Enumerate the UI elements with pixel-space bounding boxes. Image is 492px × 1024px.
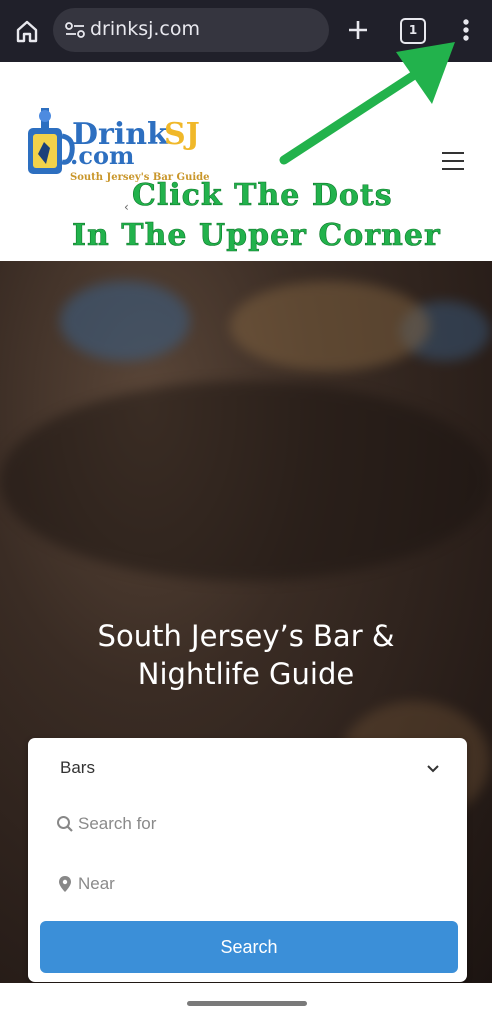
hero-section: South Jersey’s Bar & Nightlife Guide Bar… xyxy=(0,261,492,983)
gesture-handle[interactable] xyxy=(187,1001,307,1006)
annotation-line-1: Click The Dots xyxy=(132,178,393,214)
hero-title: South Jersey’s Bar & Nightlife Guide xyxy=(0,617,492,693)
plus-icon xyxy=(349,21,367,39)
search-placeholder: Search for xyxy=(78,814,157,833)
svg-text:.com: .com xyxy=(70,141,134,170)
search-input[interactable]: Search for xyxy=(42,804,453,844)
chevron-down-icon xyxy=(427,765,439,773)
search-card: Bars Search for Near Search xyxy=(28,738,467,982)
hero-bg-lights xyxy=(230,281,430,371)
more-vert-icon xyxy=(463,19,469,41)
location-pin-icon xyxy=(59,876,71,892)
hamburger-menu-icon[interactable] xyxy=(440,150,466,172)
more-vert-button[interactable] xyxy=(455,14,477,48)
site-logo[interactable]: Drink SJ .com South Jersey's Bar Guide xyxy=(24,106,224,186)
search-icon xyxy=(57,816,73,832)
annotation-line-2: In The Upper Corner xyxy=(72,218,441,254)
tab-switcher-icon[interactable]: 1 xyxy=(400,18,426,44)
browser-toolbar: drinksj.com 1 xyxy=(0,0,492,62)
new-tab-button[interactable] xyxy=(344,16,372,44)
category-value: Bars xyxy=(60,758,95,777)
url-text[interactable]: drinksj.com xyxy=(90,18,200,40)
near-input[interactable]: Near xyxy=(42,864,453,904)
near-placeholder: Near xyxy=(78,874,115,893)
hero-title-line-2: Nightlife Guide xyxy=(137,657,355,691)
hero-bg-crowd xyxy=(0,381,492,581)
home-icon xyxy=(16,20,38,43)
navigation-bar xyxy=(0,983,492,1024)
home-button[interactable] xyxy=(10,14,44,48)
hero-bg-tv-screen xyxy=(60,281,190,361)
site-settings-icon[interactable] xyxy=(65,21,85,39)
svg-text:SJ: SJ xyxy=(164,117,200,152)
search-button[interactable]: Search xyxy=(40,921,458,973)
beer-mug-logo-icon: Drink SJ .com South Jersey's Bar Guide xyxy=(28,108,210,183)
hero-title-line-1: South Jersey’s Bar & xyxy=(97,619,395,653)
address-bar[interactable]: drinksj.com xyxy=(53,8,329,52)
stray-character: ‹ xyxy=(124,200,129,214)
category-select[interactable]: Bars xyxy=(42,748,453,788)
